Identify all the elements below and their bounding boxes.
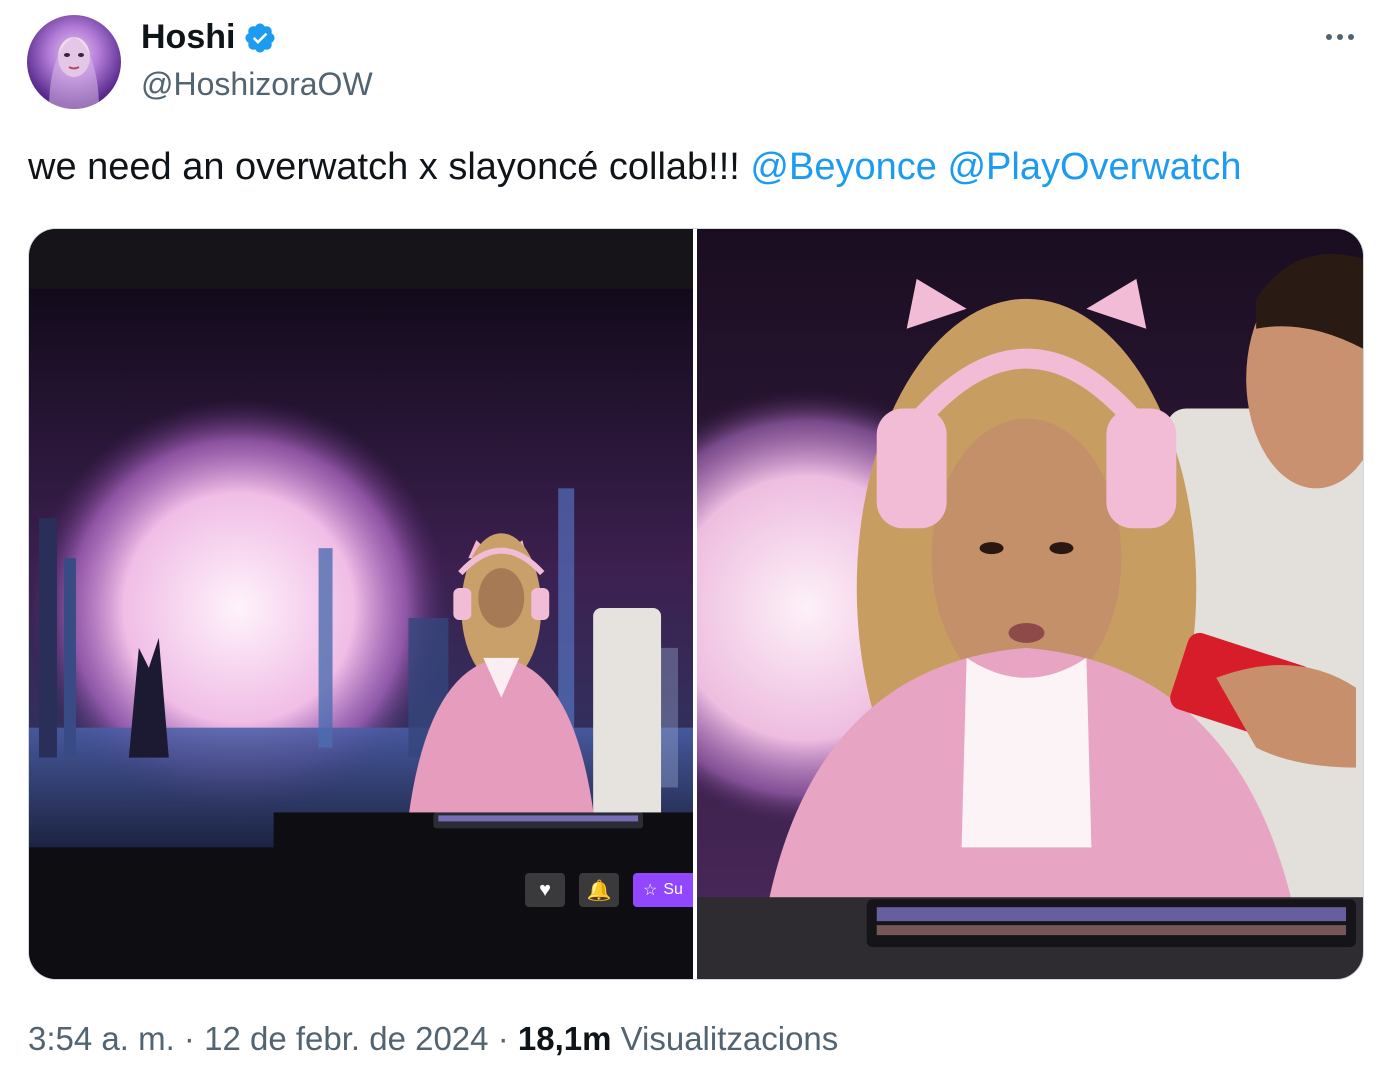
views-label[interactable]: Visualitzacions <box>621 1020 839 1057</box>
subscribe-button[interactable]: ☆ Su <box>633 873 693 907</box>
bell-icon[interactable]: 🔔 <box>579 873 619 907</box>
subscribe-label: Su <box>663 881 683 898</box>
views-count[interactable]: 18,1m <box>518 1020 612 1057</box>
stream-controls: ♥ 🔔 ☆ Su <box>525 873 693 907</box>
tweet-text: we need an overwatch x slayoncé collab!!… <box>28 146 1242 189</box>
more-options-icon[interactable] <box>1320 22 1360 52</box>
mention-playoverwatch[interactable]: @PlayOverwatch <box>947 146 1241 188</box>
author-display-name[interactable]: Hoshi <box>141 18 235 57</box>
tweet-meta: 3:54 a. m. · 12 de febr. de 2024 · 18,1m… <box>28 1020 838 1058</box>
verified-badge-icon <box>245 22 275 53</box>
author-name-row: Hoshi <box>141 18 277 57</box>
tweet-media: ♥ 🔔 ☆ Su <box>28 228 1364 980</box>
tweet-date[interactable]: 12 de febr. de 2024 <box>204 1020 488 1057</box>
meta-separator-2: · <box>497 1020 509 1057</box>
avatar[interactable] <box>27 15 121 109</box>
author-handle[interactable]: @HoshizoraOW <box>141 66 373 103</box>
heart-icon[interactable]: ♥ <box>525 873 565 907</box>
mention-beyonce[interactable]: @Beyonce <box>750 146 936 188</box>
meta-separator: · <box>183 1020 195 1057</box>
tweet-time[interactable]: 3:54 a. m. <box>28 1020 175 1057</box>
tweet-photo-2[interactable] <box>697 229 1363 979</box>
tweet-body: we need an overwatch x slayoncé collab!!… <box>28 146 740 188</box>
tweet-photo-1[interactable]: ♥ 🔔 ☆ Su <box>29 229 693 979</box>
star-icon: ☆ <box>643 882 658 899</box>
